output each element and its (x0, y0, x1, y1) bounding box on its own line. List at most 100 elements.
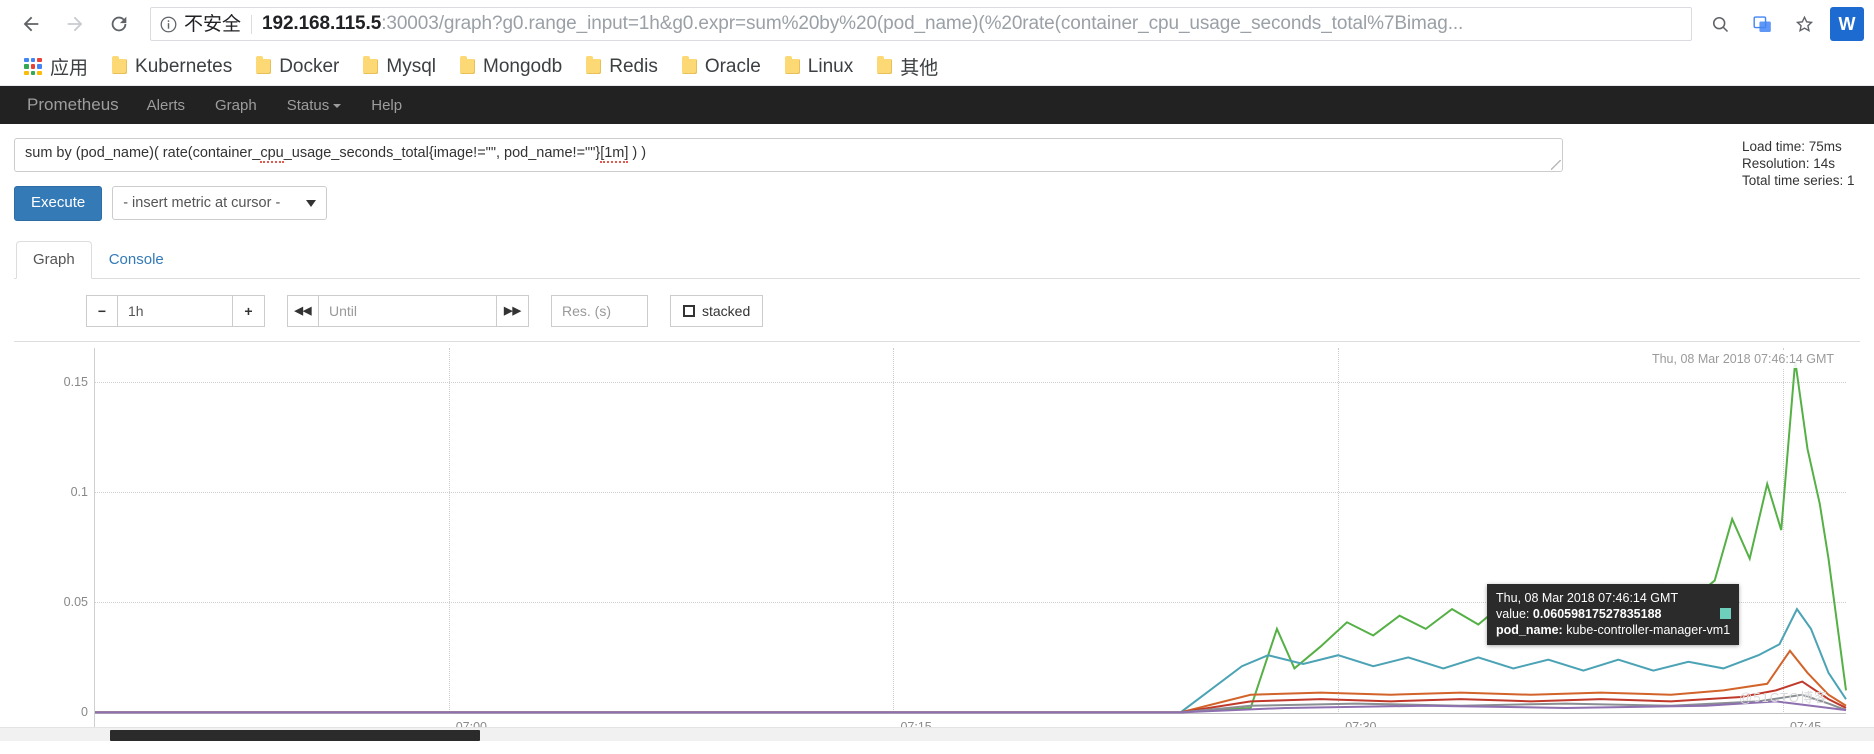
folder-icon (256, 56, 272, 74)
plot-area[interactable]: 0.15 0.1 0.05 0 07:00 07:15 07:30 07:45 … (64, 347, 1846, 736)
series-line (95, 694, 1846, 712)
stacked-label: stacked (702, 302, 751, 319)
bookmark-label: Mysql (386, 55, 437, 77)
browser-toolbar: 不安全 192.168.115.5:30003/graph?g0.range_i… (0, 0, 1874, 48)
range-increase-button[interactable]: + (233, 294, 265, 327)
bookmark-label: Docker (279, 55, 340, 77)
bookmark-label: Linux (807, 55, 854, 77)
folder-icon (877, 56, 893, 74)
page-scrollbar[interactable] (0, 726, 1874, 741)
until-input[interactable]: Until (319, 294, 497, 327)
expr-text-cpu: cpu (260, 145, 284, 163)
back-arrow-icon[interactable] (10, 3, 52, 45)
info-circle-icon[interactable] (159, 15, 178, 34)
resolution-input[interactable]: Res. (s) (551, 294, 648, 327)
time-back-button[interactable]: ◀◀ (287, 294, 319, 327)
load-time: Load time: 75ms (1742, 139, 1842, 154)
bookmark-label: Kubernetes (135, 55, 233, 77)
apps-grid-icon (24, 57, 42, 76)
tooltip-series-label: pod_name: (1496, 623, 1563, 638)
expr-text-3: ) ) (628, 145, 647, 161)
bookmark-docker[interactable]: Docker (244, 52, 351, 82)
total-time-series: Total time series: 1 (1742, 173, 1855, 188)
expression-row: sum by (pod_name)( rate(container_cpu_us… (14, 138, 1860, 172)
y-tick-label: 0.1 (70, 485, 88, 500)
tooltip-value-label: value: (1496, 607, 1530, 622)
url-path: :30003/graph?g0.range_input=1h&g0.expr=s… (381, 13, 1464, 34)
tooltip-series-value: kube-controller-manager-vm1 (1566, 623, 1731, 638)
translate-icon[interactable] (1742, 4, 1782, 44)
expr-text-2: _usage_seconds_total{image!="", pod_name… (283, 145, 601, 161)
query-controls: Execute - insert metric at cursor - (14, 186, 1860, 221)
range-input[interactable]: 1h (118, 294, 233, 327)
series-line (95, 360, 1846, 711)
nav-item-status[interactable]: Status (272, 97, 357, 114)
reload-icon[interactable] (98, 3, 140, 45)
nav-item-graph[interactable]: Graph (200, 97, 272, 114)
range-decrease-button[interactable]: − (86, 294, 118, 327)
folder-icon (363, 56, 379, 74)
bookmark-mysql[interactable]: Mysql (351, 52, 448, 82)
bookmark-label: 其他 (900, 58, 939, 79)
prometheus-brand[interactable]: Prometheus (14, 95, 132, 115)
bookmark-kubernetes[interactable]: Kubernetes (100, 52, 244, 82)
tab-graph[interactable]: Graph (16, 240, 92, 279)
page-body: sum by (pod_name)( rate(container_cpu_us… (0, 124, 1874, 741)
expr-text-1: sum by (pod_name)( rate(container_ (25, 145, 261, 161)
bookmark-label: Oracle (704, 55, 761, 77)
bookmark-linux[interactable]: Linux (773, 52, 865, 82)
tooltip-color-swatch (1720, 608, 1732, 620)
insert-metric-value: - insert metric at cursor - (123, 195, 281, 212)
bookmark-other[interactable]: 其他 (865, 49, 950, 84)
search-zoom-icon[interactable] (1700, 4, 1740, 44)
url-host: 192.168.115.5 (262, 13, 382, 34)
y-tick-label: 0.05 (63, 595, 88, 610)
insert-metric-select[interactable]: - insert metric at cursor - (112, 186, 328, 221)
bookmark-mongodb[interactable]: Mongodb (448, 52, 574, 82)
folder-icon (681, 56, 697, 74)
expr-text-range: [1m] (600, 145, 629, 163)
tooltip-series-row: pod_name: kube-controller-manager-vm1 (1496, 622, 1730, 638)
tooltip-timestamp: Thu, 08 Mar 2018 07:46:14 GMT (1496, 591, 1679, 606)
address-bar[interactable]: 不安全 192.168.115.5:30003/graph?g0.range_i… (150, 7, 1692, 41)
graph-toolbar: − 1h + ◀◀ Until ▶▶ Res. (s) stacked (14, 294, 1860, 327)
tooltip-value-row: value: 0.06059817527835188 (1496, 606, 1730, 622)
bookmark-label: Redis (609, 55, 658, 77)
url-text: 192.168.115.5:30003/graph?g0.range_input… (262, 13, 1463, 35)
tab-console[interactable]: Console (92, 241, 181, 279)
expression-input[interactable]: sum by (pod_name)( rate(container_cpu_us… (14, 138, 1563, 172)
series-lines (95, 348, 1846, 736)
chevron-down-icon (306, 199, 317, 207)
execute-button[interactable]: Execute (14, 186, 103, 221)
graph-tooltip: Thu, 08 Mar 2018 07:46:14 GMT value: 0.0… (1487, 584, 1740, 646)
time-forward-button[interactable]: ▶▶ (497, 294, 529, 327)
bookmarks-bar: 应用 Kubernetes Docker Mysql Mongodb Redis… (0, 48, 1874, 86)
query-stats: Load time: 75ms Resolution: 14s Total ti… (1742, 138, 1860, 189)
folder-icon (460, 56, 476, 74)
checkbox-icon (683, 304, 695, 317)
nav-item-help[interactable]: Help (356, 97, 417, 114)
bookmark-oracle[interactable]: Oracle (670, 52, 773, 82)
graph-panel: 0.15 0.1 0.05 0 07:00 07:15 07:30 07:45 … (14, 340, 1860, 741)
folder-icon (784, 56, 800, 74)
prometheus-navbar: Prometheus Alerts Graph Status Help (0, 86, 1874, 124)
view-tabs: Graph Console (14, 240, 1860, 279)
bookmark-label: 应用 (50, 58, 89, 79)
bookmark-apps[interactable]: 应用 (12, 49, 100, 84)
scrollbar-thumb[interactable] (110, 729, 480, 741)
stacked-toggle[interactable]: stacked (670, 294, 764, 327)
resolution: Resolution: 14s (1742, 156, 1836, 171)
time-group: ◀◀ Until ▶▶ (287, 294, 529, 327)
bookmark-star-icon[interactable] (1784, 4, 1824, 44)
forward-arrow-icon (54, 3, 96, 45)
folder-icon (112, 56, 128, 74)
y-tick-label: 0.15 (63, 375, 88, 390)
chevron-down-icon (333, 103, 342, 108)
bookmark-redis[interactable]: Redis (574, 52, 670, 82)
nav-item-alerts[interactable]: Alerts (132, 97, 200, 114)
insecure-label: 不安全 (184, 14, 253, 34)
bookmark-label: Mongodb (483, 55, 563, 77)
range-group: − 1h + (86, 294, 265, 327)
graph-date-badge: Thu, 08 Mar 2018 07:46:14 GMT (1645, 349, 1840, 368)
extension-icon[interactable]: W (1830, 7, 1864, 41)
